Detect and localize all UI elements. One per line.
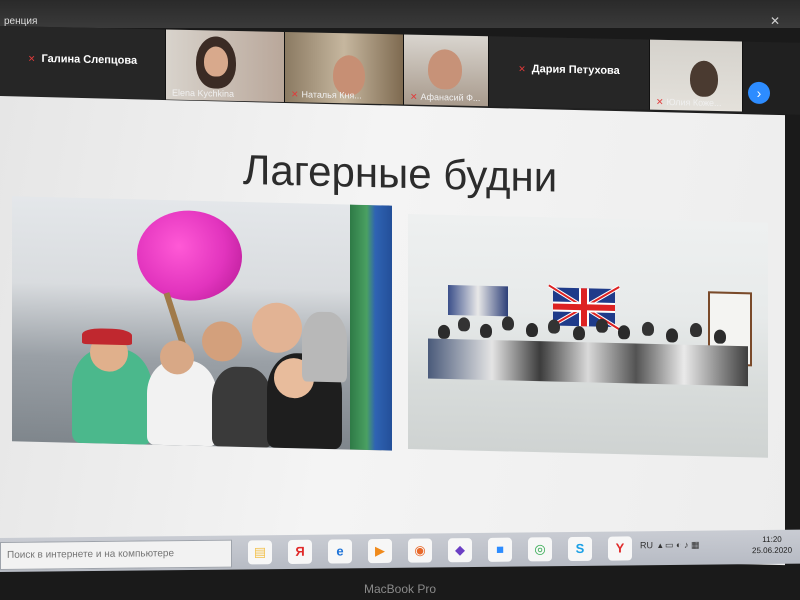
yandex-icon[interactable]: Я xyxy=(288,539,312,564)
system-tray: RU ▴ ▭ ◐ ♪ ▦ xyxy=(640,540,699,552)
clock-date: 25.06.2020 xyxy=(752,545,793,556)
chrome-icon[interactable]: ◎ xyxy=(528,537,552,562)
windows-taskbar: ▤ Яe ▶ ◉ ◆ ■ ◎ SY RU ▴ ▭ ◐ ♪ ▦ 11:20 25.06.2020 xyxy=(0,529,800,572)
search-box[interactable] xyxy=(0,539,232,570)
search-input[interactable] xyxy=(1,540,225,567)
slide-title: Лагерные будни xyxy=(242,145,558,201)
language-indicator[interactable]: RU xyxy=(640,540,653,550)
skype-icon[interactable]: S xyxy=(568,536,592,562)
participant-tile-3[interactable]: ✕ Наталья Кня... xyxy=(285,31,404,105)
muted-mic-icon: ✕ xyxy=(656,96,664,107)
participant-name: Elena Kychkina xyxy=(172,87,235,99)
yandex-browser-icon[interactable]: Y xyxy=(608,536,632,561)
device-brand-label: MacBook Pro xyxy=(363,582,437,596)
participant-name: ✕ Дария Петухова xyxy=(518,63,620,77)
green-door xyxy=(350,204,392,451)
tray-icons[interactable]: ▴ ▭ ◐ ♪ ▦ xyxy=(656,540,699,550)
monitor-bezel: ренция ✕ xyxy=(0,0,800,28)
muted-mic-icon: ✕ xyxy=(410,91,418,102)
participant-tile-2[interactable]: Elena Kychkina xyxy=(166,29,285,102)
participant-tile-1[interactable]: ✕ Галина Слепцова xyxy=(0,26,166,100)
group-of-children xyxy=(408,284,768,413)
participant-tile-5[interactable]: ✕ Дария Петухова xyxy=(489,36,650,110)
media-player-icon[interactable]: ▶ xyxy=(368,538,392,564)
close-icon[interactable]: ✕ xyxy=(770,14,780,28)
participant-video xyxy=(690,60,718,98)
vlc-icon[interactable]: ◆ xyxy=(448,538,472,563)
zoom-icon[interactable]: ■ xyxy=(488,537,512,562)
next-page-button[interactable]: › xyxy=(748,81,770,105)
internet-explorer-icon[interactable]: e xyxy=(328,539,352,564)
file-explorer-icon[interactable]: ▤ xyxy=(248,540,272,565)
participant-tile-6[interactable]: ✕ Юлия Коже... xyxy=(650,39,743,112)
shared-slide: Лагерные будни xyxy=(0,96,785,566)
participant-name: ✕ Афанасий Ф... xyxy=(410,91,481,104)
clock-time: 11:20 xyxy=(762,534,782,545)
participant-video xyxy=(428,48,462,90)
firefox-icon[interactable]: ◉ xyxy=(408,538,432,563)
muted-mic-icon: ✕ xyxy=(27,53,36,64)
participant-tile-4[interactable]: ✕ Афанасий Ф... xyxy=(404,34,489,107)
participant-name: ✕ Юлия Коже... xyxy=(656,96,722,109)
camp-photo-pinata xyxy=(12,196,392,451)
camp-photo-group xyxy=(408,213,768,458)
system-clock[interactable]: 11:20 25.06.2020 xyxy=(752,534,792,556)
pink-pompom xyxy=(137,209,242,302)
muted-mic-icon: ✕ xyxy=(518,63,526,75)
participant-name: ✕ Наталья Кня... xyxy=(291,89,362,101)
participant-name: ✕ Галина Слепцова xyxy=(27,52,138,67)
muted-mic-icon: ✕ xyxy=(291,89,299,100)
